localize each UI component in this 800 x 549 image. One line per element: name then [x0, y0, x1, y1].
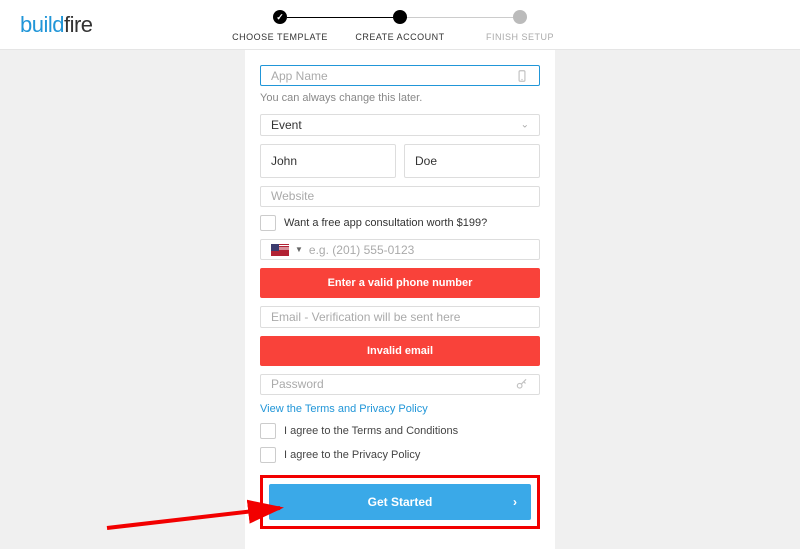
chevron-right-icon: ›: [513, 495, 517, 509]
page-body: You can always change this later. Event …: [0, 50, 800, 549]
terms-privacy-link[interactable]: View the Terms and Privacy Policy: [260, 403, 540, 415]
consultation-row[interactable]: Want a free app consultation worth $199?: [260, 215, 540, 231]
first-name-field[interactable]: [260, 144, 396, 178]
phone-field[interactable]: ▼: [260, 239, 540, 260]
step-circle-done-icon: [273, 10, 287, 24]
step-circle-active-icon: [393, 10, 407, 24]
step-circle-inactive-icon: [513, 10, 527, 24]
consultation-checkbox[interactable]: [260, 215, 276, 231]
app-name-hint: You can always change this later.: [260, 92, 540, 104]
top-bar: buildfire CHOOSE TEMPLATE CREATE ACCOUNT…: [0, 0, 800, 50]
category-select[interactable]: Event ⌄: [260, 114, 540, 135]
last-name-field[interactable]: [404, 144, 540, 178]
phone-input[interactable]: [309, 243, 529, 257]
app-name-input[interactable]: [271, 69, 515, 83]
logo: buildfire: [20, 12, 93, 38]
agree-terms-checkbox[interactable]: [260, 423, 276, 439]
agree-privacy-label: I agree to the Privacy Policy: [284, 449, 420, 461]
chevron-down-icon: ⌄: [521, 119, 529, 130]
agree-terms-row[interactable]: I agree to the Terms and Conditions: [260, 423, 540, 439]
create-account-form: You can always change this later. Event …: [245, 50, 555, 549]
step-connector: [407, 17, 527, 18]
website-input[interactable]: [271, 189, 529, 203]
step-label: CREATE ACCOUNT: [355, 32, 444, 42]
agree-terms-label: I agree to the Terms and Conditions: [284, 425, 458, 437]
flag-dropdown-icon[interactable]: ▼: [295, 245, 303, 254]
category-value: Event: [271, 118, 302, 132]
agree-privacy-checkbox[interactable]: [260, 447, 276, 463]
email-field[interactable]: [260, 306, 540, 327]
step-choose-template: CHOOSE TEMPLATE: [220, 10, 340, 42]
name-row: [260, 144, 540, 178]
last-name-input[interactable]: [415, 154, 529, 168]
logo-part1: build: [20, 12, 64, 37]
email-input[interactable]: [271, 310, 529, 324]
step-connector: [287, 17, 407, 18]
step-label: CHOOSE TEMPLATE: [232, 32, 328, 42]
cta-label: Get Started: [368, 495, 433, 509]
agree-privacy-row[interactable]: I agree to the Privacy Policy: [260, 447, 540, 463]
step-finish-setup: FINISH SETUP: [460, 10, 580, 42]
phone-error-banner: Enter a valid phone number: [260, 268, 540, 298]
step-label: FINISH SETUP: [486, 32, 554, 42]
email-error-banner: Invalid email: [260, 336, 540, 366]
first-name-input[interactable]: [271, 154, 385, 168]
password-field[interactable]: [260, 374, 540, 395]
us-flag-icon[interactable]: [271, 244, 289, 256]
logo-part2: fire: [64, 12, 93, 37]
step-create-account: CREATE ACCOUNT: [340, 10, 460, 42]
progress-stepper: CHOOSE TEMPLATE CREATE ACCOUNT FINISH SE…: [220, 10, 580, 42]
website-field[interactable]: [260, 186, 540, 207]
consultation-label: Want a free app consultation worth $199?: [284, 217, 487, 229]
app-icon: [515, 69, 529, 83]
cta-highlight-box: Get Started ›: [260, 475, 540, 529]
app-name-field[interactable]: [260, 65, 540, 86]
get-started-button[interactable]: Get Started ›: [269, 484, 531, 520]
key-icon: [515, 377, 529, 391]
password-input[interactable]: [271, 377, 515, 391]
